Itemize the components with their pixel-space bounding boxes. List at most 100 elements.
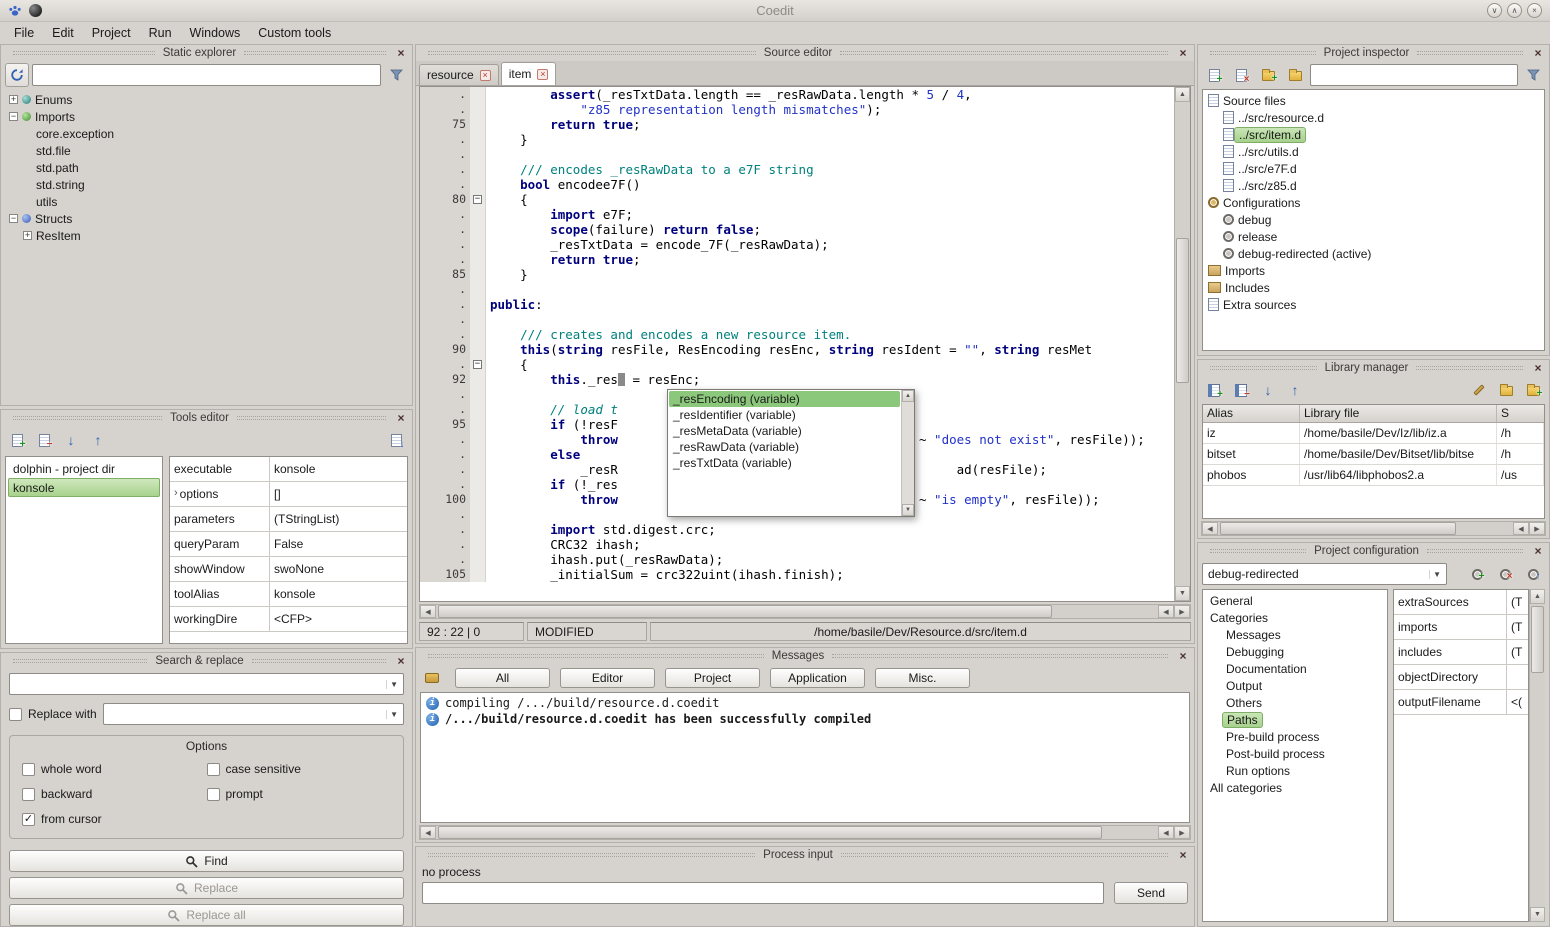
tab-resource[interactable]: resource×	[419, 64, 499, 85]
vscroll-thumb[interactable]	[1531, 606, 1544, 673]
code-line[interactable]: . ihash.put(_resRawData);	[420, 552, 1174, 567]
hscroll-track[interactable]	[436, 826, 1158, 839]
code-line[interactable]: .	[420, 147, 1174, 162]
checkbox-case-sensitive[interactable]	[207, 763, 220, 776]
replace-button[interactable]: Replace	[9, 877, 404, 899]
code-line[interactable]: . CRC32 ihash;	[420, 537, 1174, 552]
option-backward[interactable]: backward	[22, 787, 207, 801]
explorer-node-std-path[interactable]: std.path	[5, 159, 408, 176]
tool-item-konsole[interactable]: konsole	[8, 478, 160, 497]
tab-close-icon[interactable]: ×	[537, 69, 548, 80]
messages-filter-editor[interactable]: Editor	[560, 668, 655, 688]
move-library-up-button[interactable]	[1283, 378, 1307, 402]
menu-item-run[interactable]: Run	[141, 24, 180, 42]
clear-messages-button[interactable]	[420, 666, 444, 690]
project-node-debug[interactable]: debug	[1203, 211, 1544, 228]
scroll-left-icon[interactable]: ◀	[420, 826, 436, 839]
tab-item[interactable]: item×	[501, 62, 557, 85]
tool-property-row-queryparam[interactable]: queryParamFalse	[170, 532, 407, 557]
config-category-post-build-process[interactable]: Post-build process	[1203, 745, 1387, 762]
add-folder-button[interactable]: +	[1256, 63, 1280, 87]
scroll-left-icon[interactable]: ◀	[420, 605, 436, 618]
find-button[interactable]: Find	[9, 850, 404, 872]
menu-item-edit[interactable]: Edit	[44, 24, 82, 42]
checkbox-prompt[interactable]	[207, 788, 220, 801]
project-node-configurations[interactable]: Configurations	[1203, 194, 1544, 211]
code-view[interactable]: . assert(_resTxtData.length == _resRawDa…	[420, 87, 1174, 601]
open-folder-button[interactable]	[1283, 63, 1307, 87]
close-panel-icon[interactable]: ×	[1176, 47, 1190, 59]
tool-item-dolphin-project-dir[interactable]: dolphin - project dir	[8, 459, 160, 478]
config-category-debugging[interactable]: Debugging	[1203, 643, 1387, 660]
expander-icon[interactable]: −	[9, 214, 18, 223]
config-category-general[interactable]: General	[1203, 592, 1387, 609]
editor-hscrollbar[interactable]: ◀ ◀ ▶	[419, 604, 1191, 619]
code-line[interactable]: 75 return true;	[420, 117, 1174, 132]
roll-down-window-button-icon[interactable]: ∨	[1487, 3, 1502, 18]
close-panel-icon[interactable]: ×	[1531, 362, 1545, 374]
scroll-right-icon[interactable]: ▶	[1174, 826, 1190, 839]
project-node-release[interactable]: release	[1203, 228, 1544, 245]
checkbox-whole-word[interactable]	[22, 763, 35, 776]
hscroll-track[interactable]	[436, 605, 1158, 618]
clone-configuration-button[interactable]: ↑	[1521, 562, 1545, 586]
close-panel-icon[interactable]: ×	[1176, 650, 1190, 662]
configuration-vscrollbar[interactable]: ▲ ▼	[1529, 589, 1545, 922]
add-configuration-button[interactable]: +	[1465, 562, 1489, 586]
tool-property-row-workingdire[interactable]: workingDire<CFP>	[170, 607, 407, 632]
replace-all-button[interactable]: Replace all	[9, 904, 404, 926]
completion-item-resrawdata-variable[interactable]: _resRawData (variable)	[669, 439, 900, 455]
messages-filter-application[interactable]: Application	[770, 668, 865, 688]
scroll-right-icon[interactable]: ▶	[1529, 522, 1545, 535]
scroll-up-icon[interactable]: ▲	[1175, 87, 1190, 102]
replace-with-combo[interactable]: ▼	[103, 703, 404, 725]
refresh-button[interactable]	[5, 63, 29, 87]
project-node-debug-redirected-active[interactable]: debug-redirected (active)	[1203, 245, 1544, 262]
menu-item-windows[interactable]: Windows	[182, 24, 249, 42]
configuration-select[interactable]: debug-redirected ▼	[1202, 563, 1447, 585]
expand-marker[interactable]: ›	[174, 488, 178, 506]
close-window-button-icon[interactable]: ×	[1527, 3, 1542, 18]
code-line[interactable]: .− {	[420, 357, 1174, 372]
config-property-row-extrasources[interactable]: extraSources(T	[1394, 590, 1528, 615]
scroll-up-icon[interactable]: ▲	[1530, 589, 1545, 604]
tool-property-row-toolalias[interactable]: toolAliaskonsole	[170, 582, 407, 607]
explorer-node-core-exception[interactable]: core.exception	[5, 125, 408, 142]
code-line[interactable]: .	[420, 282, 1174, 297]
send-button[interactable]: Send	[1114, 882, 1188, 904]
replace-with-checkbox[interactable]	[9, 708, 22, 721]
code-line[interactable]: . import e7F;	[420, 207, 1174, 222]
close-panel-icon[interactable]: ×	[1531, 545, 1545, 557]
explorer-node-utils[interactable]: utils	[5, 193, 408, 210]
config-category-paths[interactable]: Paths	[1203, 711, 1387, 728]
messages-filter-misc[interactable]: Misc.	[875, 668, 970, 688]
explorer-node-std-string[interactable]: std.string	[5, 176, 408, 193]
config-category-categories[interactable]: Categories	[1203, 609, 1387, 626]
scroll-left-icon[interactable]: ◀	[1158, 826, 1174, 839]
library-column-header-library-file[interactable]: Library file	[1300, 405, 1497, 422]
code-line[interactable]: 105 _initialSum = crc322uint(ihash.finis…	[420, 567, 1174, 582]
project-node-imports[interactable]: Imports	[1203, 262, 1544, 279]
remove-configuration-button[interactable]: ×	[1493, 562, 1517, 586]
move-tool-up-button[interactable]	[86, 428, 110, 452]
search-term-combo[interactable]: ▼	[9, 673, 404, 695]
library-row-bitset[interactable]: bitset/home/basile/Dev/Bitset/lib/bitse/…	[1203, 444, 1544, 465]
explorer-node-structs[interactable]: −Structs	[5, 210, 408, 227]
messages-filter-all[interactable]: All	[455, 668, 550, 688]
project-node-source-files[interactable]: Source files	[1203, 92, 1544, 109]
completion-item-residentifier-variable[interactable]: _resIdentifier (variable)	[669, 407, 900, 423]
expander-icon[interactable]: −	[9, 112, 18, 121]
move-library-down-button[interactable]	[1256, 378, 1280, 402]
filter-options-button[interactable]	[1521, 63, 1545, 87]
project-node-src-z85-d[interactable]: ../src/z85.d	[1203, 177, 1544, 194]
code-line[interactable]: 90 this(string resFile, ResEncoding resE…	[420, 342, 1174, 357]
scroll-up-icon[interactable]: ▲	[902, 390, 914, 402]
library-row-iz[interactable]: iz/home/basile/Dev/Iz/lib/iz.a/h	[1203, 423, 1544, 444]
remove-library-button[interactable]: −	[1229, 378, 1253, 402]
process-input-field[interactable]	[422, 882, 1104, 904]
explorer-node-std-file[interactable]: std.file	[5, 142, 408, 159]
config-category-pre-build-process[interactable]: Pre-build process	[1203, 728, 1387, 745]
tool-property-row-options[interactable]: ›options[]	[170, 482, 407, 507]
hscroll-thumb[interactable]	[438, 826, 1102, 839]
hscroll-thumb[interactable]	[438, 605, 1052, 618]
